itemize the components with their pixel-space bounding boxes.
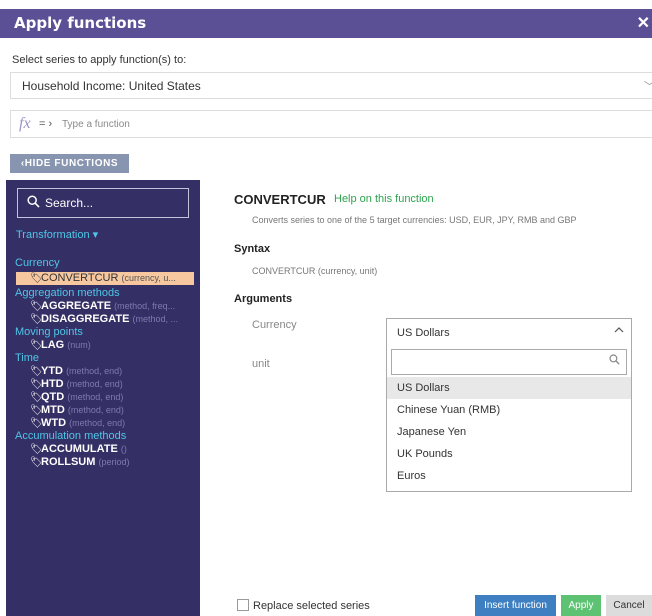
function-search[interactable] [17, 188, 189, 218]
category-accumulation: Accumulation methods [15, 430, 127, 442]
function-item-htd[interactable]: 🏷HTD (method, end) [6, 378, 200, 391]
function-description: Converts series to one of the 5 target c… [252, 215, 577, 225]
search-icon [609, 354, 620, 368]
series-select-label: Select series to apply function(s) to: [12, 54, 187, 66]
currency-option[interactable]: Japanese Yen [387, 421, 631, 443]
checkbox-icon[interactable] [237, 599, 249, 611]
function-input-bar: fx = › [10, 110, 652, 138]
chevron-up-icon[interactable] [614, 325, 624, 338]
function-item-convertcur[interactable]: 🏷CONVERTCUR (currency, u... [16, 272, 194, 285]
apply-button[interactable]: Apply [561, 595, 601, 616]
function-item-qtd[interactable]: 🏷QTD (method, end) [6, 391, 200, 404]
tag-icon: 🏷 [30, 340, 43, 351]
currency-option[interactable]: Euros [387, 465, 631, 487]
category-time: Time [15, 352, 40, 364]
function-name: CONVERTCUR [234, 192, 326, 207]
arguments-heading: Arguments [234, 293, 293, 305]
tag-icon: 🏷 [30, 418, 43, 429]
function-search-input[interactable] [45, 196, 175, 210]
category-currency: Currency [15, 257, 60, 269]
currency-option[interactable]: US Dollars [387, 377, 631, 399]
replace-series-label: Replace selected series [253, 600, 370, 612]
dialog-title: Apply functions [14, 14, 147, 32]
category-aggregation: Aggregation methods [15, 287, 120, 299]
replace-series-checkbox[interactable]: Replace selected series [237, 599, 370, 612]
function-input[interactable] [62, 116, 462, 132]
currency-search-input[interactable] [391, 349, 627, 375]
syntax-text: CONVERTCUR (currency, unit) [252, 266, 378, 276]
function-detail-panel: CONVERTCUR Help on this function Convert… [201, 180, 652, 616]
tag-icon: 🏷 [30, 301, 43, 312]
hide-functions-button[interactable]: ‹HIDE FUNCTIONS [10, 154, 129, 173]
series-select-value: Household Income: United States [22, 79, 201, 93]
function-item-lag[interactable]: 🏷LAG (num) [6, 339, 200, 352]
search-icon [27, 195, 40, 211]
functions-sidebar: Transformation ▾ Currency 🏷CONVERTCUR (c… [6, 180, 200, 616]
currency-select[interactable]: US Dollars [386, 318, 632, 347]
series-select[interactable]: Household Income: United States ﹀ [10, 72, 652, 99]
argument-currency-label: Currency [252, 319, 297, 331]
fx-arrow: = › [39, 118, 53, 130]
category-moving-points: Moving points [15, 326, 83, 338]
currency-option[interactable]: Chinese Yuan (RMB) [387, 399, 631, 421]
tag-icon: 🏷 [30, 457, 43, 468]
function-item-disaggregate[interactable]: 🏷DISAGGREGATE (method, ... [6, 313, 200, 326]
function-item-aggregate[interactable]: 🏷AGGREGATE (method, freq... [6, 300, 200, 313]
function-item-accumulate[interactable]: 🏷ACCUMULATE () [6, 443, 200, 456]
fx-icon: fx [19, 115, 31, 132]
tag-icon: 🏷 [30, 273, 43, 284]
tag-icon: 🏷 [30, 366, 43, 377]
function-item-rollsum[interactable]: 🏷ROLLSUM (period) [6, 456, 200, 469]
currency-options: US Dollars Chinese Yuan (RMB) Japanese Y… [387, 377, 631, 487]
close-icon[interactable]: ✕ [637, 13, 650, 33]
argument-unit-label: unit [252, 358, 270, 370]
tag-icon: 🏷 [30, 392, 43, 403]
cancel-button[interactable]: Cancel [606, 595, 652, 616]
currency-dropdown: US Dollars Chinese Yuan (RMB) Japanese Y… [386, 346, 632, 492]
tag-icon: 🏷 [30, 314, 43, 325]
currency-select-value: US Dollars [397, 327, 450, 339]
tag-icon: 🏷 [30, 379, 43, 390]
transformation-dropdown[interactable]: Transformation ▾ [16, 228, 98, 241]
currency-option[interactable]: UK Pounds [387, 443, 631, 465]
help-link[interactable]: Help on this function [334, 193, 434, 205]
syntax-heading: Syntax [234, 243, 271, 255]
function-item-ytd[interactable]: 🏷YTD (method, end) [6, 365, 200, 378]
tag-icon: 🏷 [30, 444, 43, 455]
function-item-wtd[interactable]: 🏷WTD (method, end) [6, 417, 200, 430]
function-list: Currency 🏷CONVERTCUR (currency, u... Agg… [6, 257, 200, 469]
function-item-mtd[interactable]: 🏷MTD (method, end) [6, 404, 200, 417]
dialog-titlebar: Apply functions ✕ [0, 9, 652, 38]
insert-function-button[interactable]: Insert function [475, 595, 556, 616]
chevron-down-icon[interactable]: ﹀ [644, 78, 652, 94]
tag-icon: 🏷 [30, 405, 43, 416]
